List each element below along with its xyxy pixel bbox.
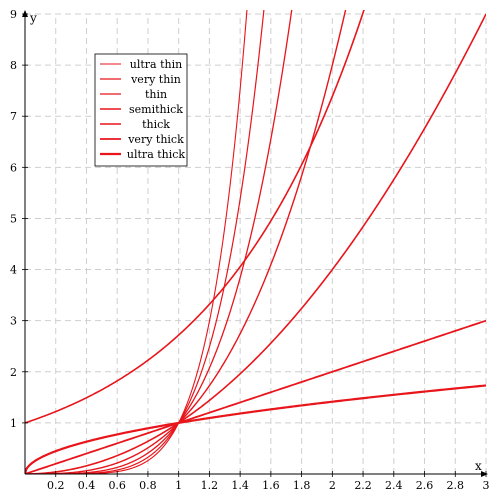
axes: x y (22, 10, 488, 477)
y-tick-label: 8 (10, 59, 17, 72)
x-tick-label: 1.8 (293, 479, 311, 492)
y-tick-label: 6 (10, 161, 17, 174)
line-chart: x y 0.2 0.4 0.6 0.8 1 1.2 1.4 1.6 1.8 2 2.2 2.4 2.6 2… (10, 8, 490, 492)
x-tick-label: 1.4 (231, 479, 249, 492)
legend-label: semithick (129, 103, 183, 116)
y-tick-label: 9 (10, 8, 17, 21)
series-line-very-thick (25, 319, 486, 474)
legend-label: thick (142, 118, 170, 131)
x-tick-label: 0.8 (139, 479, 157, 492)
series-line-ultra-thick (25, 384, 486, 474)
series-line-very-thin (25, 10, 265, 474)
x-axis-arrow-icon (481, 471, 488, 477)
x-tick-label: 0.6 (108, 479, 126, 492)
y-tick-label: 5 (10, 212, 17, 225)
x-axis-label: x (475, 459, 482, 473)
x-tick-label: 2.6 (416, 479, 434, 492)
x-tick-label: 2.2 (354, 479, 372, 492)
x-tick-label: 3 (483, 479, 490, 492)
y-tick-label: 3 (10, 315, 17, 328)
y-tick-label: 1 (10, 417, 17, 430)
y-tick-label: 7 (10, 110, 17, 123)
legend: ultra thin very thin thin semithick thick ver… (94, 53, 188, 167)
x-tick-label: 0.2 (47, 479, 65, 492)
x-tick-label: 0.4 (78, 479, 96, 492)
x-tick-label: 1 (175, 479, 182, 492)
ticks: 0.2 0.4 0.6 0.8 1 1.2 1.4 1.6 1.8 2 2.2 2.4 2.6 2.8 3 1… (10, 8, 490, 492)
x-tick-label: 2.4 (385, 479, 403, 492)
x-tick-label: 1.6 (262, 479, 280, 492)
curves (25, 10, 486, 474)
x-tick-label: 1.2 (201, 479, 219, 492)
x-tick-label: 2 (329, 479, 336, 492)
series-line-thin (25, 10, 293, 474)
y-tick-label: 2 (10, 366, 17, 379)
series-line-semithick (25, 10, 347, 474)
legend-label: very thick (127, 133, 184, 146)
legend-label: very thin (130, 73, 181, 86)
series-line-ultra-thin (25, 10, 248, 474)
legend-label: thin (145, 88, 167, 101)
y-tick-label: 4 (10, 264, 17, 277)
y-axis-label: y (29, 11, 37, 25)
legend-label: ultra thin (130, 58, 182, 71)
legend-label: ultra thick (127, 148, 186, 161)
x-tick-label: 2.8 (447, 479, 465, 492)
